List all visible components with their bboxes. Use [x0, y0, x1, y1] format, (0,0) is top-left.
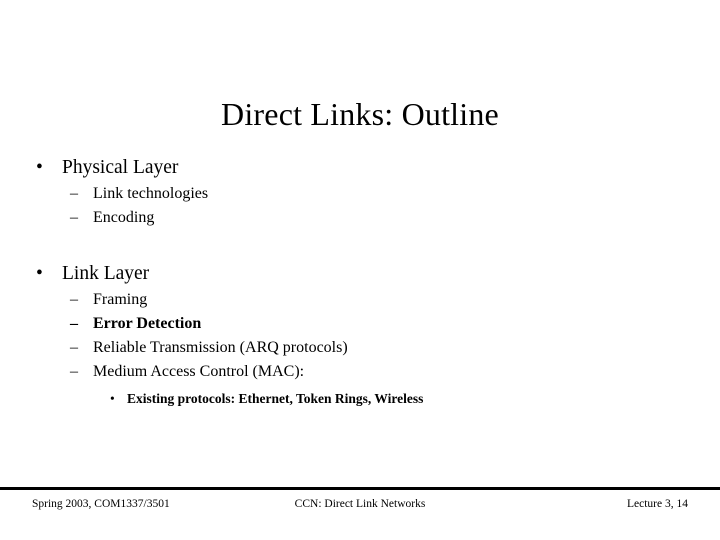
bullet-text: Reliable Transmission (ARQ protocols) — [93, 339, 348, 356]
bullet-item-link-layer: • Link Layer — [0, 261, 720, 286]
outline-group-physical-layer: • Physical Layer – Link technologies – E… — [0, 155, 720, 230]
slide-footer: Spring 2003, COM1337/3501 CCN: Direct Li… — [0, 496, 720, 516]
footer-divider — [0, 487, 720, 490]
bullet-item-reliable-transmission: – Reliable Transmission (ARQ protocols) — [0, 336, 720, 360]
dash-marker-icon: – — [70, 291, 78, 308]
bullet-item-encoding: – Encoding — [0, 206, 720, 230]
dash-marker-icon: – — [70, 185, 78, 202]
bullet-item-existing-protocols: • Existing protocols: Ethernet, Token Ri… — [0, 388, 720, 410]
dash-marker-icon: – — [70, 363, 78, 380]
bullet-text: Link Layer — [62, 263, 150, 284]
dash-marker-icon: – — [70, 209, 78, 226]
page-title: Direct Links: Outline — [221, 96, 499, 133]
bullet-item-link-technologies: – Link technologies — [0, 182, 720, 206]
footer-topic: CCN: Direct Link Networks — [294, 498, 426, 510]
bullet-text: Error Detection — [93, 315, 202, 332]
footer-lecture-number: Lecture 3, 14 — [627, 498, 688, 510]
outline-group-link-layer: • Link Layer – Framing – Error Detection… — [0, 261, 720, 410]
outline-body: • Physical Layer – Link technologies – E… — [0, 155, 720, 410]
bullet-marker-icon: • — [36, 263, 43, 284]
bullet-marker-icon: • — [36, 157, 43, 178]
bullet-text: Existing protocols: Ethernet, Token Ring… — [127, 391, 424, 406]
dash-marker-icon: – — [70, 339, 78, 356]
bullet-marker-icon: • — [110, 391, 115, 406]
bullet-item-medium-access-control: – Medium Access Control (MAC): — [0, 360, 720, 384]
bullet-text: Physical Layer — [62, 157, 179, 178]
bullet-text: Medium Access Control (MAC): — [93, 363, 305, 380]
bullet-text: Framing — [93, 291, 148, 308]
outline-group-spacer — [0, 230, 720, 261]
bullet-item-physical-layer: • Physical Layer — [0, 155, 720, 180]
bullet-text: Link technologies — [93, 185, 209, 202]
bullet-item-error-detection: – Error Detection — [0, 312, 720, 336]
bullet-text: Encoding — [93, 209, 155, 226]
bullet-item-framing: – Framing — [0, 288, 720, 312]
dash-marker-icon: – — [70, 315, 78, 332]
slide-canvas: Direct Links: Outline • Physical Layer –… — [0, 0, 720, 540]
